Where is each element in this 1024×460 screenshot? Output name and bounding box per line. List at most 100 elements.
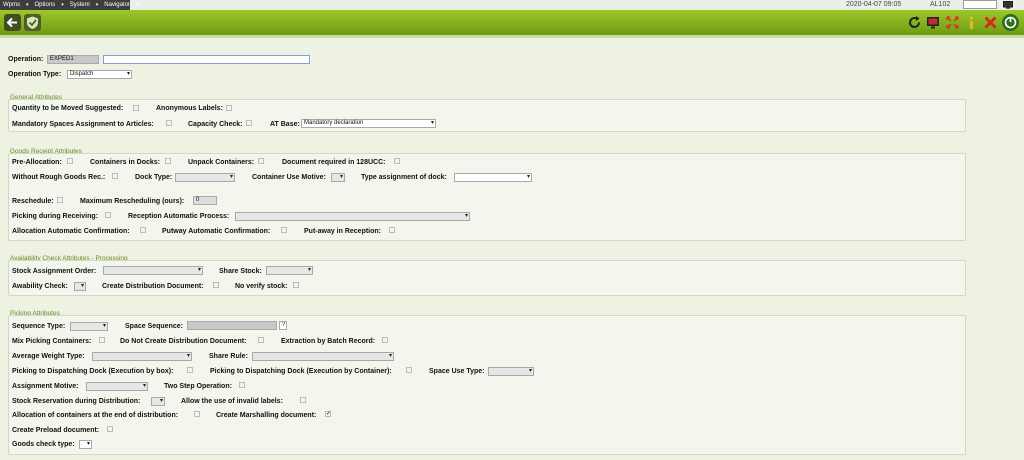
assignment-motive-select[interactable] xyxy=(86,382,148,391)
no-verify-label: No verify stock: xyxy=(235,283,288,290)
mandatory-spaces-checkbox[interactable] xyxy=(166,120,172,126)
no-dist-doc-checkbox[interactable] xyxy=(258,337,264,343)
extraction-batch-label: Extraction by Batch Record: xyxy=(281,338,376,345)
container-use-motive-select[interactable] xyxy=(331,173,345,182)
menu-wpms[interactable]: Wpms xyxy=(3,2,20,8)
space-sequence-help-button[interactable]: ? xyxy=(279,321,287,330)
close-x-icon[interactable] xyxy=(982,14,999,31)
allocation-auto-checkbox[interactable] xyxy=(140,227,146,233)
anonymous-labels-checkbox[interactable] xyxy=(226,105,232,111)
dock-type-select[interactable] xyxy=(175,173,235,182)
share-stock-select[interactable] xyxy=(266,266,313,275)
main-menu: Wpms ▾ Options ▾ System ▾ Navigator ▾ xyxy=(0,0,138,10)
unpack-containers-checkbox[interactable] xyxy=(258,158,264,164)
mandatory-spaces-label: Mandatory Spaces Assignment to Articles: xyxy=(12,121,154,128)
stock-reservation-label: Stock Reservation during Distribution: xyxy=(12,398,141,405)
create-marshalling-label: Create Marshalling document: xyxy=(216,412,317,419)
operation-description-input[interactable] xyxy=(103,55,310,64)
operation-type-label: Operation Type: xyxy=(8,71,62,78)
info-icon[interactable] xyxy=(963,14,980,31)
screen-icon[interactable] xyxy=(925,14,942,31)
reschedule-label: Reschedule: xyxy=(12,198,54,205)
share-rule-select[interactable] xyxy=(252,352,394,361)
without-rough-label: Without Rough Goods Rec.: xyxy=(12,174,106,181)
extraction-batch-checkbox[interactable] xyxy=(382,337,388,343)
avg-weight-select[interactable] xyxy=(92,352,192,361)
reschedule-checkbox[interactable] xyxy=(57,197,63,203)
pre-allocation-label: Pre-Allocation: xyxy=(12,159,62,166)
datetime: 2020-04-07 09:05 xyxy=(846,1,902,8)
space-use-type-select[interactable] xyxy=(488,367,534,376)
type-assignment-dock-label: Type assignment of dock: xyxy=(361,174,447,181)
menu-navigator[interactable]: Navigator xyxy=(104,2,130,8)
picking-receiving-label: Picking during Receiving: xyxy=(12,213,98,220)
without-rough-checkbox[interactable] xyxy=(112,173,118,179)
space-sequence-label: Space Sequence: xyxy=(125,323,183,330)
space-sequence-field[interactable] xyxy=(187,321,277,330)
menu-system[interactable]: System xyxy=(70,2,90,8)
anonymous-labels-label: Anonymous Labels: xyxy=(156,105,223,112)
sequence-type-select[interactable] xyxy=(70,322,108,331)
create-marshalling-checkbox[interactable]: ✓ xyxy=(325,411,331,417)
operation-code-field[interactable]: EXPED1 xyxy=(47,55,99,64)
menu-bar: Wpms ▾ Options ▾ System ▾ Navigator ▾ 2020-0… xyxy=(0,0,1024,10)
qty-suggested-checkbox[interactable] xyxy=(133,105,139,111)
picking-receiving-checkbox[interactable] xyxy=(105,212,111,218)
menu-caret: ▾ xyxy=(26,2,29,8)
invalid-labels-checkbox[interactable] xyxy=(300,397,306,403)
goods-check-type-label: Goods check type: xyxy=(12,441,75,448)
containers-docks-label: Containers in Docks: xyxy=(90,159,161,166)
create-preload-label: Create Preload document: xyxy=(12,427,100,434)
refresh-icon[interactable] xyxy=(906,14,923,31)
pre-allocation-checkbox[interactable] xyxy=(67,158,73,164)
avg-weight-label: Average Weight Type: xyxy=(12,353,85,360)
two-step-checkbox[interactable] xyxy=(239,382,245,388)
reception-auto-select[interactable] xyxy=(235,212,470,221)
pick-dock-box-checkbox[interactable] xyxy=(187,367,193,373)
containers-docks-checkbox[interactable] xyxy=(165,158,171,164)
at-base-select[interactable]: Mandatory declaration xyxy=(301,119,436,128)
qty-suggested-label: Quantity to be Moved Suggested: xyxy=(12,105,124,112)
goods-check-type-select[interactable] xyxy=(79,440,92,449)
max-rescheduling-label: Maximum Rescheduling (ours): xyxy=(80,198,185,205)
no-dist-doc-label: Do Not Create Distribution Document: xyxy=(120,338,247,345)
capacity-check-checkbox[interactable] xyxy=(246,120,252,126)
mix-containers-checkbox[interactable] xyxy=(99,337,105,343)
max-rescheduling-input[interactable]: 0 xyxy=(193,196,217,205)
putaway-reception-label: Put-away in Reception: xyxy=(304,228,382,235)
reception-auto-label: Reception Automatic Process: xyxy=(128,213,230,220)
putway-auto-label: Putway Automatic Confirmation: xyxy=(162,228,271,235)
allocation-auto-label: Allocation Automatic Confirmation: xyxy=(12,228,130,235)
stock-order-select[interactable] xyxy=(103,266,203,275)
no-verify-checkbox[interactable] xyxy=(293,282,299,288)
invalid-labels-label: Allow the use of invalid labels: xyxy=(181,398,283,405)
picking-attributes-section xyxy=(8,315,966,455)
shield-check-icon[interactable] xyxy=(24,14,41,31)
dock-type-label: Dock Type: xyxy=(135,174,173,181)
doc-required-checkbox[interactable] xyxy=(394,158,400,164)
avail-check-select[interactable] xyxy=(74,282,86,291)
sequence-type-label: Sequence Type: xyxy=(12,323,66,330)
type-assignment-dock-select[interactable] xyxy=(454,173,532,182)
two-step-label: Two Step Operation: xyxy=(164,383,232,390)
avail-check-label: Awability Check: xyxy=(12,283,68,290)
putway-auto-checkbox[interactable] xyxy=(281,227,287,233)
menu-caret: ▾ xyxy=(135,2,139,8)
create-preload-checkbox[interactable] xyxy=(107,426,113,432)
alloc-containers-end-checkbox[interactable] xyxy=(194,411,200,417)
top-search-input[interactable] xyxy=(963,0,997,9)
operation-label: Operation: xyxy=(8,56,44,63)
create-dist-doc-checkbox[interactable] xyxy=(213,282,219,288)
container-use-motive-label: Container Use Motive: xyxy=(252,174,326,181)
menu-caret: ▾ xyxy=(61,2,64,8)
operation-type-select[interactable]: Dispatch xyxy=(67,70,132,79)
stock-reservation-select[interactable] xyxy=(151,397,165,406)
assignment-motive-label: Assignment Motive: xyxy=(12,383,79,390)
putaway-reception-checkbox[interactable] xyxy=(389,227,395,233)
expand-icon[interactable] xyxy=(944,14,961,31)
menu-options[interactable]: Options xyxy=(35,2,56,8)
monitor-icon[interactable] xyxy=(1003,1,1013,9)
exit-icon[interactable] xyxy=(1002,14,1019,31)
back-arrow-icon[interactable] xyxy=(4,14,21,31)
pick-dock-container-checkbox[interactable] xyxy=(406,367,412,373)
